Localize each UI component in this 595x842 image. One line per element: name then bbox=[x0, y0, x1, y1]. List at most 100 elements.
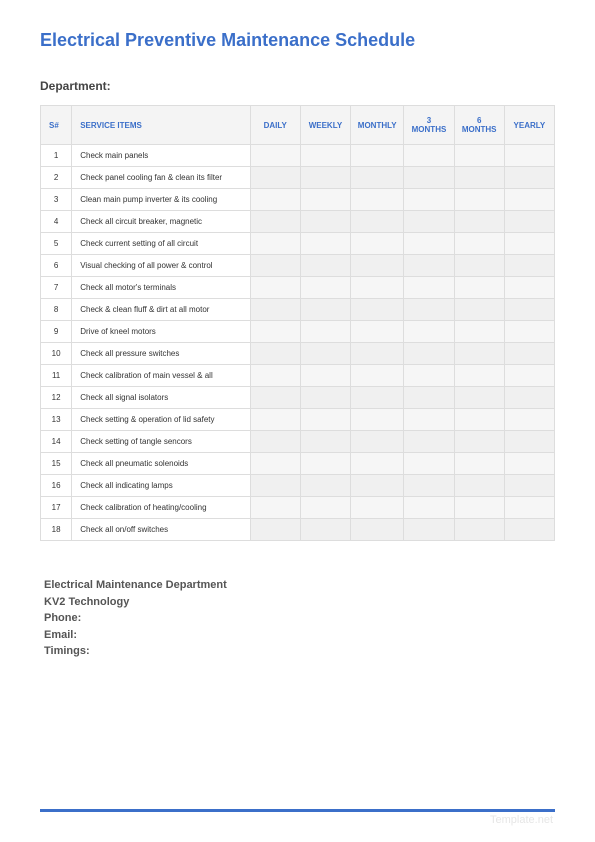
maintenance-table: S# SERVICE ITEMS DAILY WEEKLY MONTHLY 3 … bbox=[40, 105, 555, 541]
freq-cell bbox=[504, 145, 554, 167]
footer-dept-name: Electrical Maintenance Department bbox=[44, 577, 555, 594]
freq-cell bbox=[454, 497, 504, 519]
freq-cell bbox=[300, 497, 350, 519]
freq-cell bbox=[300, 167, 350, 189]
row-service-item: Check calibration of main vessel & all bbox=[72, 365, 250, 387]
freq-cell bbox=[300, 431, 350, 453]
row-service-item: Check all motor's terminals bbox=[72, 277, 250, 299]
freq-cell bbox=[250, 233, 300, 255]
bottom-rule bbox=[40, 809, 555, 812]
freq-cell bbox=[454, 343, 504, 365]
row-service-item: Check all pneumatic solenoids bbox=[72, 453, 250, 475]
row-number: 3 bbox=[41, 189, 72, 211]
row-number: 11 bbox=[41, 365, 72, 387]
row-service-item: Check all pressure switches bbox=[72, 343, 250, 365]
freq-cell bbox=[351, 453, 404, 475]
row-number: 8 bbox=[41, 299, 72, 321]
freq-cell bbox=[504, 431, 554, 453]
table-row: 8Check & clean fluff & dirt at all motor bbox=[41, 299, 555, 321]
row-service-item: Check current setting of all circuit bbox=[72, 233, 250, 255]
freq-cell bbox=[351, 299, 404, 321]
freq-cell bbox=[504, 409, 554, 431]
row-number: 17 bbox=[41, 497, 72, 519]
freq-cell bbox=[404, 453, 454, 475]
table-row: 12Check all signal isolators bbox=[41, 387, 555, 409]
row-service-item: Check panel cooling fan & clean its filt… bbox=[72, 167, 250, 189]
freq-cell bbox=[250, 189, 300, 211]
freq-cell bbox=[404, 277, 454, 299]
col-sn: S# bbox=[41, 106, 72, 145]
row-number: 18 bbox=[41, 519, 72, 541]
table-row: 15Check all pneumatic solenoids bbox=[41, 453, 555, 475]
freq-cell bbox=[250, 475, 300, 497]
freq-cell bbox=[250, 409, 300, 431]
row-service-item: Drive of kneel motors bbox=[72, 321, 250, 343]
freq-cell bbox=[351, 189, 404, 211]
freq-cell bbox=[454, 321, 504, 343]
footer-timings: Timings: bbox=[44, 643, 555, 660]
table-row: 11Check calibration of main vessel & all bbox=[41, 365, 555, 387]
col-weekly: WEEKLY bbox=[300, 106, 350, 145]
freq-cell bbox=[250, 299, 300, 321]
table-row: 9Drive of kneel motors bbox=[41, 321, 555, 343]
freq-cell bbox=[454, 167, 504, 189]
freq-cell bbox=[454, 233, 504, 255]
freq-cell bbox=[300, 145, 350, 167]
freq-cell bbox=[351, 409, 404, 431]
freq-cell bbox=[454, 211, 504, 233]
freq-cell bbox=[404, 519, 454, 541]
freq-cell bbox=[404, 189, 454, 211]
freq-cell bbox=[504, 497, 554, 519]
footer-block: Electrical Maintenance Department KV2 Te… bbox=[40, 577, 555, 660]
freq-cell bbox=[250, 453, 300, 475]
freq-cell bbox=[404, 365, 454, 387]
freq-cell bbox=[504, 277, 554, 299]
freq-cell bbox=[504, 387, 554, 409]
freq-cell bbox=[300, 277, 350, 299]
col-6months: 6 MONTHS bbox=[454, 106, 504, 145]
freq-cell bbox=[300, 211, 350, 233]
table-body: 1Check main panels2Check panel cooling f… bbox=[41, 145, 555, 541]
row-number: 9 bbox=[41, 321, 72, 343]
freq-cell bbox=[504, 255, 554, 277]
freq-cell bbox=[504, 211, 554, 233]
freq-cell bbox=[300, 475, 350, 497]
freq-cell bbox=[454, 519, 504, 541]
freq-cell bbox=[351, 277, 404, 299]
row-service-item: Check all signal isolators bbox=[72, 387, 250, 409]
row-service-item: Check main panels bbox=[72, 145, 250, 167]
row-number: 15 bbox=[41, 453, 72, 475]
freq-cell bbox=[454, 145, 504, 167]
freq-cell bbox=[250, 343, 300, 365]
freq-cell bbox=[300, 387, 350, 409]
freq-cell bbox=[250, 387, 300, 409]
freq-cell bbox=[504, 343, 554, 365]
table-row: 7Check all motor's terminals bbox=[41, 277, 555, 299]
freq-cell bbox=[454, 277, 504, 299]
row-service-item: Check & clean fluff & dirt at all motor bbox=[72, 299, 250, 321]
table-header-row: S# SERVICE ITEMS DAILY WEEKLY MONTHLY 3 … bbox=[41, 106, 555, 145]
freq-cell bbox=[504, 453, 554, 475]
row-service-item: Visual checking of all power & control bbox=[72, 255, 250, 277]
freq-cell bbox=[504, 519, 554, 541]
freq-cell bbox=[454, 255, 504, 277]
row-service-item: Check all circuit breaker, magnetic bbox=[72, 211, 250, 233]
department-label: Department: bbox=[40, 79, 555, 93]
row-number: 4 bbox=[41, 211, 72, 233]
freq-cell bbox=[454, 189, 504, 211]
freq-cell bbox=[250, 167, 300, 189]
freq-cell bbox=[454, 299, 504, 321]
row-service-item: Check all on/off switches bbox=[72, 519, 250, 541]
row-service-item: Check calibration of heating/cooling bbox=[72, 497, 250, 519]
freq-cell bbox=[250, 211, 300, 233]
freq-cell bbox=[404, 387, 454, 409]
freq-cell bbox=[300, 299, 350, 321]
footer-company: KV2 Technology bbox=[44, 594, 555, 611]
table-row: 16Check all indicating lamps bbox=[41, 475, 555, 497]
freq-cell bbox=[351, 255, 404, 277]
freq-cell bbox=[250, 519, 300, 541]
freq-cell bbox=[504, 475, 554, 497]
freq-cell bbox=[351, 233, 404, 255]
freq-cell bbox=[250, 497, 300, 519]
table-row: 6Visual checking of all power & control bbox=[41, 255, 555, 277]
